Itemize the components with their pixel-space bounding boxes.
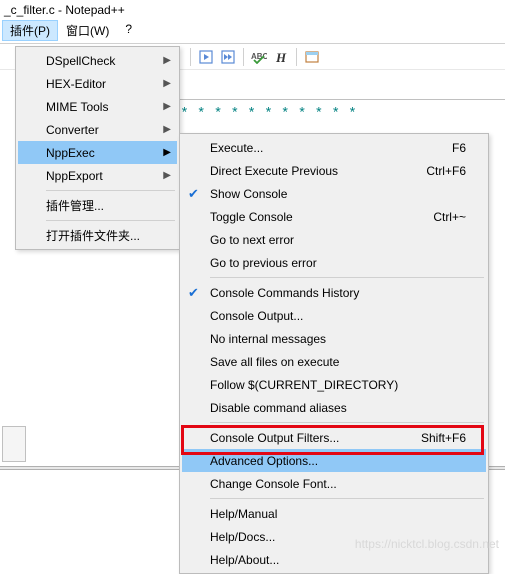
menubar: 插件(P) 窗口(W) ? bbox=[0, 19, 505, 44]
submenu-arrow-icon: ▶ bbox=[163, 78, 171, 89]
check-icon: ✔ bbox=[188, 285, 199, 301]
menu-label: DSpellCheck bbox=[46, 54, 115, 68]
menu-separator bbox=[210, 277, 484, 278]
menu-item-goto-prev-error[interactable]: Go to previous error bbox=[182, 251, 486, 274]
menu-item-converter[interactable]: Converter ▶ bbox=[18, 118, 177, 141]
menu-label: Go to next error bbox=[210, 233, 294, 247]
menu-label: Direct Execute Previous bbox=[210, 164, 338, 178]
toolbar-separator bbox=[296, 48, 297, 66]
menu-item-toggle-console[interactable]: Toggle Console Ctrl+~ bbox=[182, 205, 486, 228]
fast-forward-icon[interactable] bbox=[219, 48, 237, 66]
menu-label: Execute... bbox=[210, 141, 263, 155]
menu-label: Console Commands History bbox=[210, 286, 359, 300]
menu-item-follow-dir[interactable]: Follow $(CURRENT_DIRECTORY) bbox=[182, 373, 486, 396]
shortcut: Ctrl+~ bbox=[433, 210, 466, 224]
menu-label: Help/Manual bbox=[210, 507, 277, 521]
menu-label: Advanced Options... bbox=[210, 454, 318, 468]
menu-label: Toggle Console bbox=[210, 210, 293, 224]
submenu-arrow-icon: ▶ bbox=[163, 55, 171, 66]
menu-label: 插件管理... bbox=[46, 197, 104, 214]
menu-label: Follow $(CURRENT_DIRECTORY) bbox=[210, 378, 398, 392]
menu-label: Show Console bbox=[210, 187, 287, 201]
menu-label: Console Output Filters... bbox=[210, 431, 339, 445]
menu-item-help-manual[interactable]: Help/Manual bbox=[182, 502, 486, 525]
menu-label: Console Output... bbox=[210, 309, 303, 323]
menu-item-direct-execute[interactable]: Direct Execute Previous Ctrl+F6 bbox=[182, 159, 486, 182]
menu-item-execute[interactable]: Execute... F6 bbox=[182, 136, 486, 159]
menu-item-disable-aliases[interactable]: Disable command aliases bbox=[182, 396, 486, 419]
menu-item-dspellcheck[interactable]: DSpellCheck ▶ bbox=[18, 49, 177, 72]
menu-item-cmd-history[interactable]: ✔ Console Commands History bbox=[182, 281, 486, 304]
menu-item-help-about[interactable]: Help/About... bbox=[182, 548, 486, 571]
submenu-arrow-icon: ▶ bbox=[163, 170, 171, 181]
menu-item-mimetools[interactable]: MIME Tools ▶ bbox=[18, 95, 177, 118]
shortcut: F6 bbox=[452, 141, 466, 155]
svg-text:H: H bbox=[275, 50, 287, 64]
menu-label: Disable command aliases bbox=[210, 401, 347, 415]
menu-item-nppexec[interactable]: NppExec ▶ bbox=[18, 141, 177, 164]
toolbar-separator bbox=[243, 48, 244, 66]
menu-separator bbox=[46, 220, 175, 221]
menu-label: MIME Tools bbox=[46, 100, 108, 114]
shortcut: Shift+F6 bbox=[421, 431, 466, 445]
menu-label: Go to previous error bbox=[210, 256, 317, 270]
nppexec-submenu: Execute... F6 Direct Execute Previous Ct… bbox=[179, 133, 489, 574]
heading-icon[interactable]: H bbox=[272, 48, 290, 66]
menu-item-nppexport[interactable]: NppExport ▶ bbox=[18, 164, 177, 187]
watermark: https://nicktcl.blog.csdn.net bbox=[355, 537, 499, 551]
menu-separator bbox=[210, 498, 484, 499]
menu-item-hexeditor[interactable]: HEX-Editor ▶ bbox=[18, 72, 177, 95]
menu-item-open-plugin-folder[interactable]: 打开插件文件夹... bbox=[18, 224, 177, 247]
gutter bbox=[2, 426, 26, 462]
spellcheck-icon[interactable]: ABC bbox=[250, 48, 268, 66]
menu-item-advanced-options[interactable]: Advanced Options... bbox=[182, 449, 486, 472]
menu-item-no-internal[interactable]: No internal messages bbox=[182, 327, 486, 350]
menu-plugins[interactable]: 插件(P) bbox=[2, 20, 58, 41]
menu-separator bbox=[210, 422, 484, 423]
menu-item-goto-next-error[interactable]: Go to next error bbox=[182, 228, 486, 251]
submenu-arrow-icon: ▶ bbox=[163, 147, 171, 158]
menu-help[interactable]: ? bbox=[117, 20, 140, 41]
shortcut: Ctrl+F6 bbox=[426, 164, 466, 178]
toolbar-separator bbox=[190, 48, 191, 66]
menu-separator bbox=[46, 190, 175, 191]
submenu-arrow-icon: ▶ bbox=[163, 124, 171, 135]
check-icon: ✔ bbox=[188, 186, 199, 202]
menu-label: Converter bbox=[46, 123, 99, 137]
menu-label: 打开插件文件夹... bbox=[46, 227, 140, 244]
svg-text:ABC: ABC bbox=[251, 52, 267, 61]
menu-label: Help/Docs... bbox=[210, 530, 275, 544]
menu-item-output-filters[interactable]: Console Output Filters... Shift+F6 bbox=[182, 426, 486, 449]
submenu-arrow-icon: ▶ bbox=[163, 101, 171, 112]
menu-item-console-output[interactable]: Console Output... bbox=[182, 304, 486, 327]
menu-item-show-console[interactable]: ✔ Show Console bbox=[182, 182, 486, 205]
menu-label: HEX-Editor bbox=[46, 77, 106, 91]
menu-label: Change Console Font... bbox=[210, 477, 337, 491]
menu-label: NppExec bbox=[46, 146, 95, 160]
menu-label: Save all files on execute bbox=[210, 355, 339, 369]
window-title: _c_filter.c - Notepad++ bbox=[0, 0, 505, 19]
menu-label: No internal messages bbox=[210, 332, 326, 346]
plugins-dropdown: DSpellCheck ▶ HEX-Editor ▶ MIME Tools ▶ … bbox=[15, 46, 180, 250]
menu-window[interactable]: 窗口(W) bbox=[58, 20, 117, 41]
menu-item-save-all[interactable]: Save all files on execute bbox=[182, 350, 486, 373]
menu-item-manage-plugins[interactable]: 插件管理... bbox=[18, 194, 177, 217]
panel-icon[interactable] bbox=[303, 48, 321, 66]
menu-item-change-font[interactable]: Change Console Font... bbox=[182, 472, 486, 495]
menu-label: NppExport bbox=[46, 169, 103, 183]
play-macro-icon[interactable] bbox=[197, 48, 215, 66]
